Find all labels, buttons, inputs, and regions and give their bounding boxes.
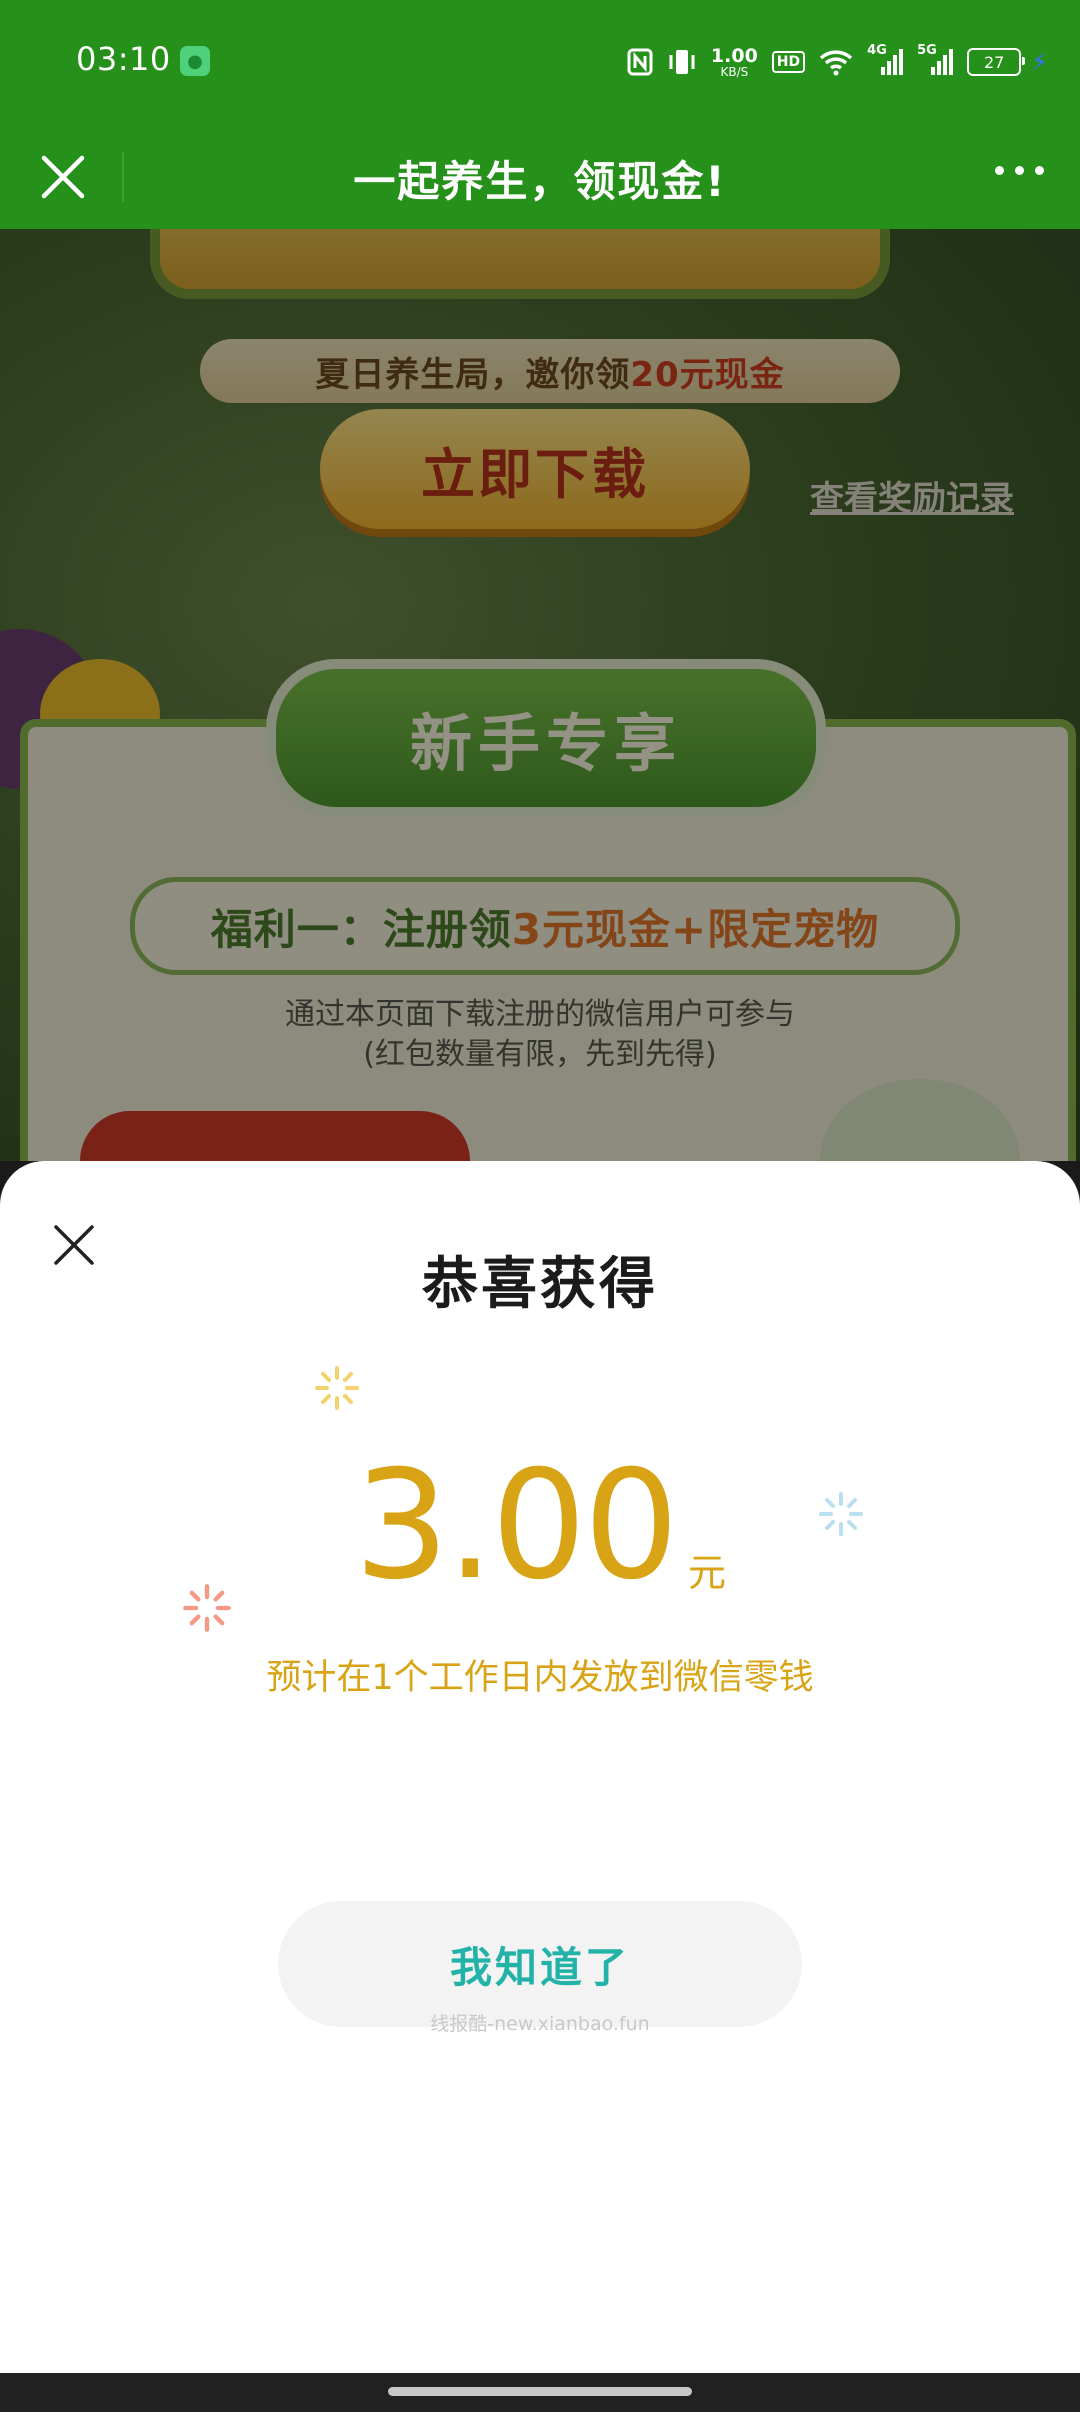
wifi-icon [819,48,853,76]
signal-icon-2: 5G [917,43,954,75]
net-speed: 1.00 KB/S [710,44,758,79]
watermark: 线报酷-new.xianbao.fun [430,2013,650,2035]
payout-note: 预计在1个工作日内发放到微信零钱 [266,1658,814,1698]
gesture-bar [0,2373,1080,2412]
amount-unit: 元 [687,1551,726,1595]
home-indicator[interactable] [388,2387,692,2396]
dim-overlay[interactable] [0,229,1080,1161]
background-page: 夏日养生局，邀你领 20元现金 立即下载 查看奖励记录 新手专享 福利一：注册领 3… [0,229,1080,1161]
more-icon[interactable] [995,166,1044,175]
vibrate-icon [667,47,697,77]
status-time: 03:10 [76,40,171,78]
battery-icon: 27 [967,48,1026,76]
hd-icon: HD [771,51,806,73]
reward-sheet: 恭喜获得 3.00 元 预计在1个工作日内发放到微信零钱 我知道了 线报酷-ne… [0,1161,1080,2373]
status-bar: 03:10 ● 1.00 KB/S HD 4G 5G 27 ⚡ [0,0,1080,124]
status-icons: 1.00 KB/S HD 4G 5G 27 ⚡ [627,42,1048,82]
sheet-title: 恭喜获得 [422,1252,658,1317]
nav-bar: 一起养生，领现金! [0,124,1080,229]
charging-icon: ⚡ [1031,48,1048,76]
reward-amount: 3.00 元 [0,1451,1080,1601]
amount-value: 3.00 [354,1439,679,1613]
signal-icon: 4G [867,43,904,75]
page-title: 一起养生，领现金! [353,157,727,206]
wechat-app-icon: ● [180,46,210,76]
nfc-icon [627,48,653,76]
sparkle-icon [315,1366,359,1410]
